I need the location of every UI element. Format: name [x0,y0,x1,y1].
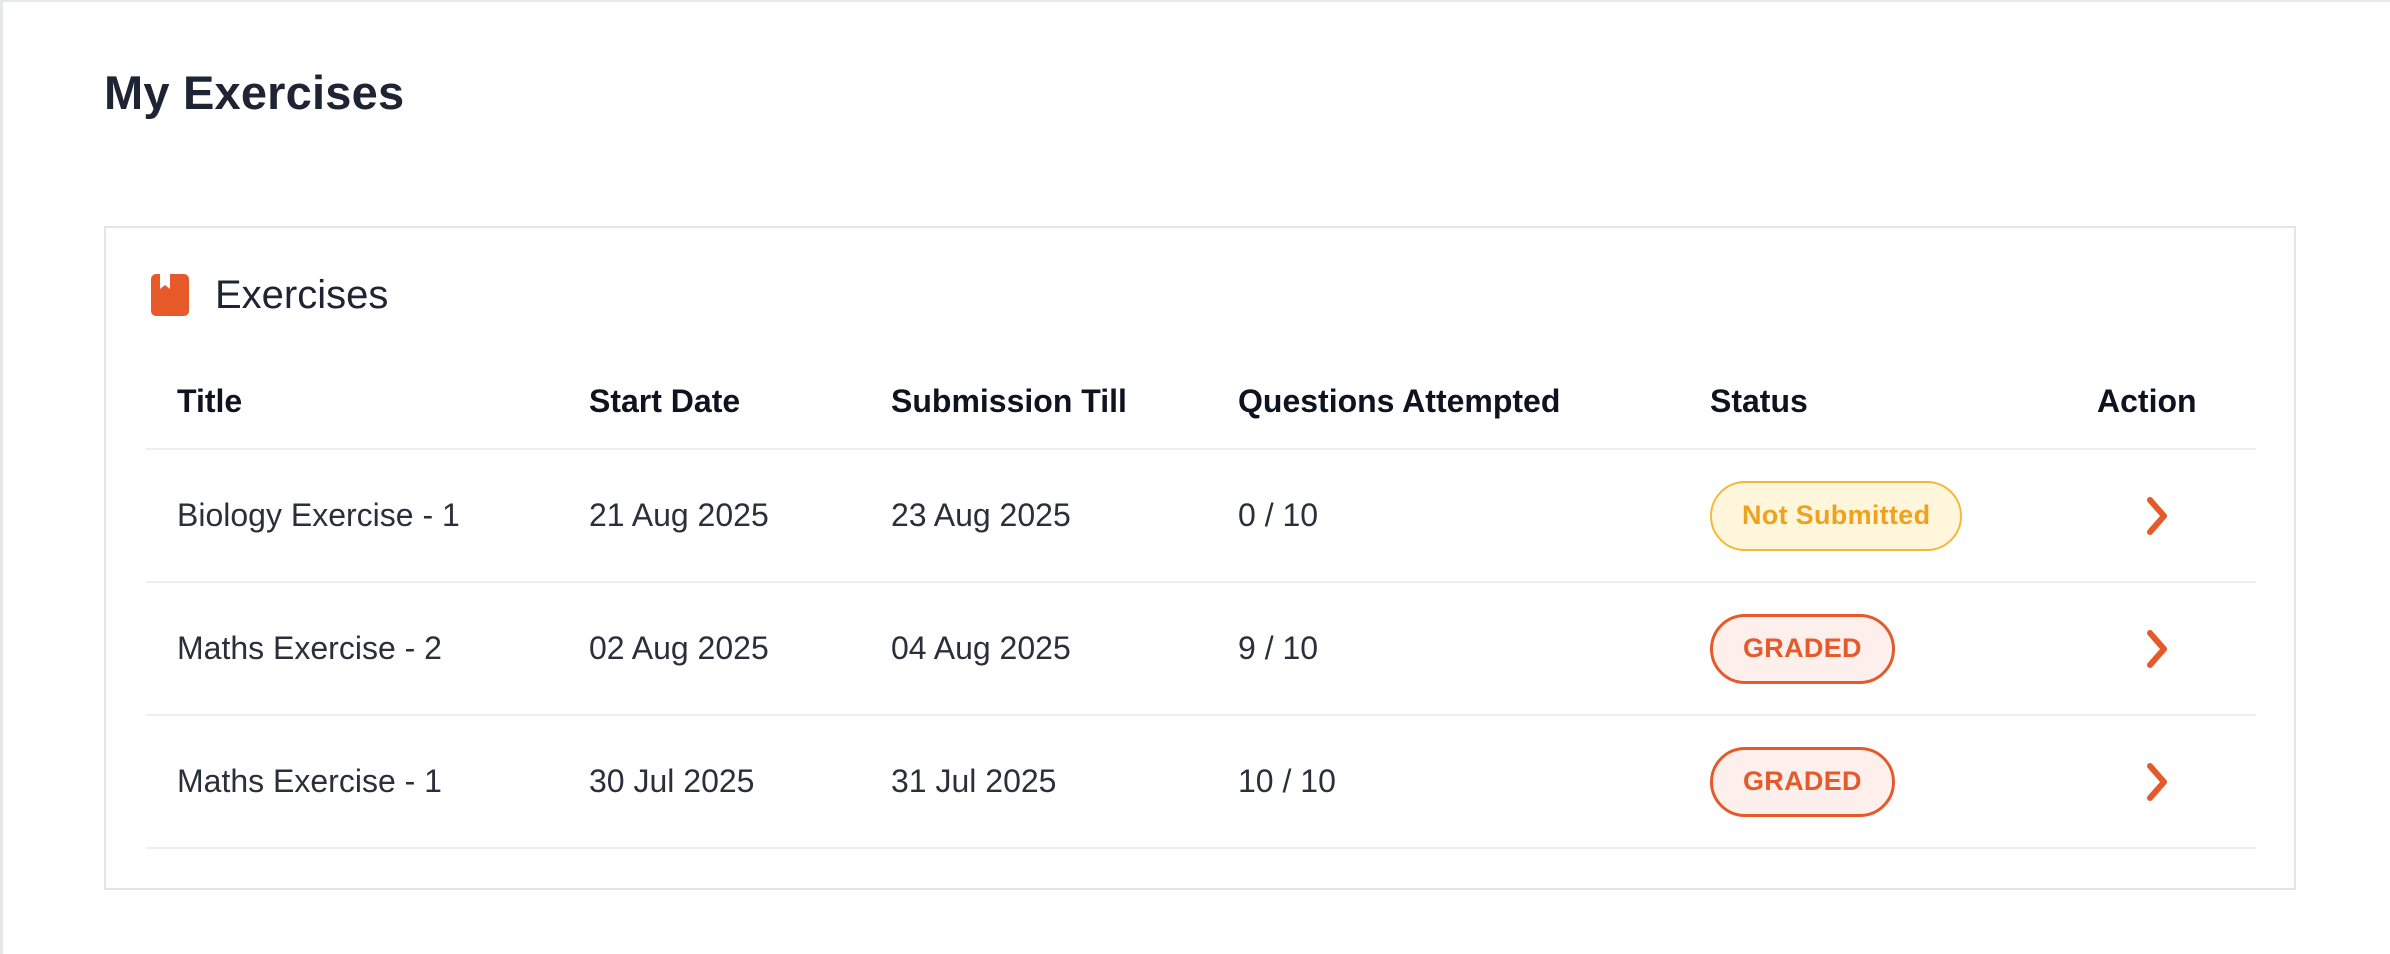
column-header-start-date: Start Date [589,383,741,419]
status-cell: GRADED [1710,716,1895,847]
table-header-row: Title Start Date Submission Till Questio… [146,355,2256,450]
start-date: 21 Aug 2025 [589,497,769,533]
status-badge: Not Submitted [1710,480,1963,551]
table-row: Maths Exercise - 2 02 Aug 2025 04 Aug 20… [146,583,2256,716]
column-header-submission-till: Submission Till [891,383,1127,419]
column-header-action: Action [2097,383,2197,419]
exercise-title: Maths Exercise - 2 [177,630,442,666]
exercises-card: Exercises Title Start Date Submission Ti… [104,226,2296,890]
chevron-right-icon[interactable] [2140,496,2174,536]
submission-till: 04 Aug 2025 [891,630,1071,666]
status-cell: GRADED [1710,583,1895,714]
questions-attempted: 9 / 10 [1238,630,1319,666]
chevron-right-icon[interactable] [2140,629,2174,669]
start-date: 30 Jul 2025 [589,763,755,799]
card-header: Exercises [151,272,389,317]
action-cell [2097,450,2174,581]
column-header-status: Status [1710,383,1808,419]
table-row: Maths Exercise - 1 30 Jul 2025 31 Jul 20… [146,716,2256,849]
page-title: My Exercises [104,66,405,119]
submission-till: 31 Jul 2025 [891,763,1057,799]
chevron-right-icon[interactable] [2140,762,2174,802]
column-header-questions-attempted: Questions Attempted [1238,383,1561,419]
questions-attempted: 0 / 10 [1238,497,1319,533]
action-cell [2097,583,2174,714]
exercises-table: Title Start Date Submission Till Questio… [146,355,2256,849]
start-date: 02 Aug 2025 [589,630,769,666]
questions-attempted: 10 / 10 [1238,763,1336,799]
status-badge: GRADED [1710,746,1895,817]
submission-till: 23 Aug 2025 [891,497,1071,533]
status-cell: Not Submitted [1710,450,1963,581]
action-cell [2097,716,2174,847]
card-title: Exercises [215,272,389,317]
page: My Exercises Exercises Title Start Date … [0,0,2390,954]
exercise-title: Maths Exercise - 1 [177,763,442,799]
column-header-title: Title [177,383,243,419]
exercise-title: Biology Exercise - 1 [177,497,460,533]
status-badge: GRADED [1710,613,1895,684]
book-icon [151,274,189,316]
table-row: Biology Exercise - 1 21 Aug 2025 23 Aug … [146,450,2256,583]
